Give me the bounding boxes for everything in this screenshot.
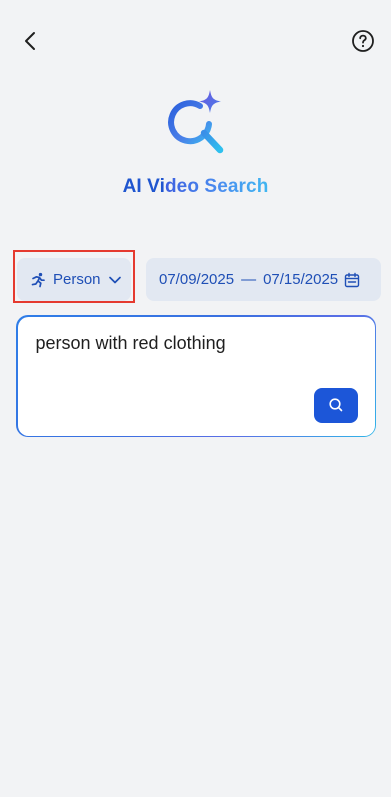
chevron-left-icon xyxy=(25,32,35,50)
help-button[interactable] xyxy=(348,26,378,56)
date-range-picker[interactable]: 07/09/2025 — 07/15/2025 xyxy=(146,258,381,301)
back-button[interactable] xyxy=(16,26,46,56)
date-separator: — xyxy=(241,271,257,288)
title-part-1: AI Vi xyxy=(122,176,165,197)
calendar-icon xyxy=(344,272,360,287)
search-icon xyxy=(328,398,342,412)
search-input[interactable]: person with red clothing xyxy=(36,333,336,354)
search-box-inner: person with red clothing xyxy=(17,316,375,436)
question-circle-icon xyxy=(352,30,374,52)
search-button[interactable] xyxy=(313,387,358,423)
object-type-dropdown[interactable]: Person xyxy=(17,258,131,301)
running-person-icon xyxy=(31,272,45,287)
sparkle-search-icon xyxy=(168,90,224,154)
title-part-2: deo Search xyxy=(164,176,269,197)
page-title: AI Video Search xyxy=(0,176,391,198)
search-box: person with red clothing xyxy=(16,315,376,437)
date-start: 07/09/2025 xyxy=(159,271,235,288)
chevron-down-icon xyxy=(108,276,121,283)
date-end: 07/15/2025 xyxy=(263,271,339,288)
object-type-label: Person xyxy=(53,271,101,288)
